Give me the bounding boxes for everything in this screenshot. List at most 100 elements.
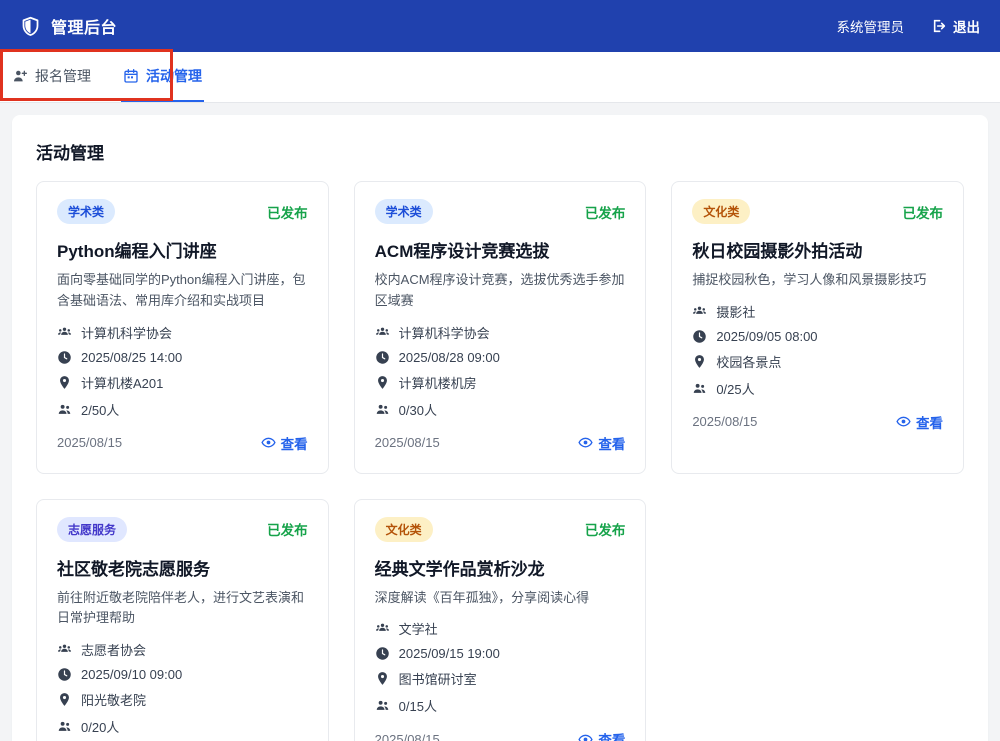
time-value: 2025/09/15 19:00 [399,646,500,661]
capacity-users-icon [375,698,390,713]
view-label: 查看 [598,433,625,453]
capacity-users-icon [692,381,707,396]
app-header: 管理后台 系统管理员 退出 [0,0,1000,52]
capacity-users-icon [375,402,390,417]
status-badge: 已发布 [267,519,308,539]
eye-icon [578,435,593,450]
category-badge: 文化类 [692,199,750,224]
clock-icon [375,350,390,365]
view-label: 查看 [598,729,625,741]
tab-registration-label: 报名管理 [35,66,91,86]
activity-description: 校内ACM程序设计竞赛，选拔优秀选手参加区域赛 [375,270,626,312]
location-pin-icon [57,692,72,707]
clock-icon [57,350,72,365]
main-content: 活动管理 学术类 已发布 Python编程入门讲座 面向零基础同学的Python… [0,103,1000,741]
category-badge: 志愿服务 [57,517,127,542]
category-badge: 文化类 [375,517,433,542]
location-pin-icon [692,354,707,369]
logout-label: 退出 [953,16,980,36]
location-value: 图书馆研讨室 [399,669,477,688]
organizer-icon [375,621,390,636]
view-button[interactable]: 查看 [261,433,308,453]
tab-registration-management[interactable]: 报名管理 [10,52,93,102]
activity-title: 社区敬老院志愿服务 [57,555,308,580]
time-value: 2025/09/10 09:00 [81,667,182,682]
eye-icon [578,732,593,741]
logout-icon [930,18,946,34]
shield-icon [20,16,41,37]
activity-title: 秋日校园摄影外拍活动 [692,237,943,262]
category-badge: 学术类 [57,199,115,224]
organizer-value: 文学社 [399,619,438,638]
activity-card: 志愿服务 已发布 社区敬老院志愿服务 前往附近敬老院陪伴老人，进行文艺表演和日常… [36,499,329,741]
location-value: 计算机楼机房 [399,373,477,392]
capacity-value: 0/30人 [399,400,437,419]
activity-card: 学术类 已发布 Python编程入门讲座 面向零基础同学的Python编程入门讲… [36,181,329,474]
activity-card-grid: 学术类 已发布 Python编程入门讲座 面向零基础同学的Python编程入门讲… [36,181,964,741]
status-badge: 已发布 [267,202,308,222]
category-badge: 学术类 [375,199,433,224]
location-value: 计算机楼A201 [81,373,163,392]
clock-icon [375,646,390,661]
tab-activity-label: 活动管理 [146,66,202,86]
activity-card: 学术类 已发布 ACM程序设计竞赛选拔 校内ACM程序设计竞赛，选拔优秀选手参加… [354,181,647,474]
activity-description: 前往附近敬老院陪伴老人，进行文艺表演和日常护理帮助 [57,588,308,630]
activity-panel: 活动管理 学术类 已发布 Python编程入门讲座 面向零基础同学的Python… [12,115,988,741]
publish-date: 2025/08/15 [375,435,440,450]
location-pin-icon [375,375,390,390]
activity-card: 文化类 已发布 经典文学作品赏析沙龙 深度解读《百年孤独》，分享阅读心得 文学社 [354,499,647,741]
activity-meta: 计算机科学协会 2025/08/28 09:00 [375,323,626,419]
capacity-users-icon [57,402,72,417]
status-badge: 已发布 [585,519,626,539]
publish-date: 2025/08/15 [57,435,122,450]
publish-date: 2025/08/15 [692,414,757,429]
location-pin-icon [375,671,390,686]
status-badge: 已发布 [902,202,943,222]
capacity-value: 0/20人 [81,717,119,736]
organizer-icon [375,325,390,340]
organizer-value: 计算机科学协会 [399,323,490,342]
location-value: 阳光敬老院 [81,690,146,709]
capacity-value: 2/50人 [81,400,119,419]
time-value: 2025/09/05 08:00 [716,329,817,344]
view-button[interactable]: 查看 [578,729,625,741]
app-title: 管理后台 [51,14,117,38]
activity-title: Python编程入门讲座 [57,237,308,262]
organizer-value: 计算机科学协会 [81,323,172,342]
capacity-users-icon [57,719,72,734]
activity-meta: 志愿者协会 2025/09/10 09:00 阳 [57,640,308,736]
organizer-icon [57,325,72,340]
organizer-icon [57,642,72,657]
organizer-icon [692,304,707,319]
eye-icon [896,414,911,429]
activity-card: 文化类 已发布 秋日校园摄影外拍活动 捕捉校园秋色，学习人像和风景摄影技巧 摄影… [671,181,964,474]
time-value: 2025/08/25 14:00 [81,350,182,365]
tab-activity-management[interactable]: 活动管理 [121,52,204,102]
capacity-value: 0/25人 [716,379,754,398]
activity-description: 面向零基础同学的Python编程入门讲座，包含基础语法、常用库介绍和实战项目 [57,270,308,312]
user-plus-icon [12,68,28,84]
location-pin-icon [57,375,72,390]
activity-meta: 计算机科学协会 2025/08/25 14:00 [57,323,308,419]
location-value: 校园各景点 [716,352,781,371]
activity-description: 深度解读《百年孤独》，分享阅读心得 [375,588,626,609]
current-user-label: 系统管理员 [837,16,905,36]
status-badge: 已发布 [585,202,626,222]
time-value: 2025/08/28 09:00 [399,350,500,365]
view-button[interactable]: 查看 [896,412,943,432]
activity-title: 经典文学作品赏析沙龙 [375,555,626,580]
activity-meta: 摄影社 2025/09/05 08:00 校园各 [692,302,943,398]
publish-date: 2025/08/15 [375,732,440,741]
activity-meta: 文学社 2025/09/15 19:00 图书馆 [375,619,626,715]
logout-button[interactable]: 退出 [930,16,980,36]
view-button[interactable]: 查看 [578,433,625,453]
tab-bar: 报名管理 活动管理 [0,52,1000,103]
calendar-icon [123,68,139,84]
capacity-value: 0/15人 [399,696,437,715]
activity-title: ACM程序设计竞赛选拔 [375,237,626,262]
clock-icon [692,329,707,344]
page-title: 活动管理 [36,139,964,164]
organizer-value: 摄影社 [716,302,755,321]
activity-description: 捕捉校园秋色，学习人像和风景摄影技巧 [692,270,943,291]
eye-icon [261,435,276,450]
